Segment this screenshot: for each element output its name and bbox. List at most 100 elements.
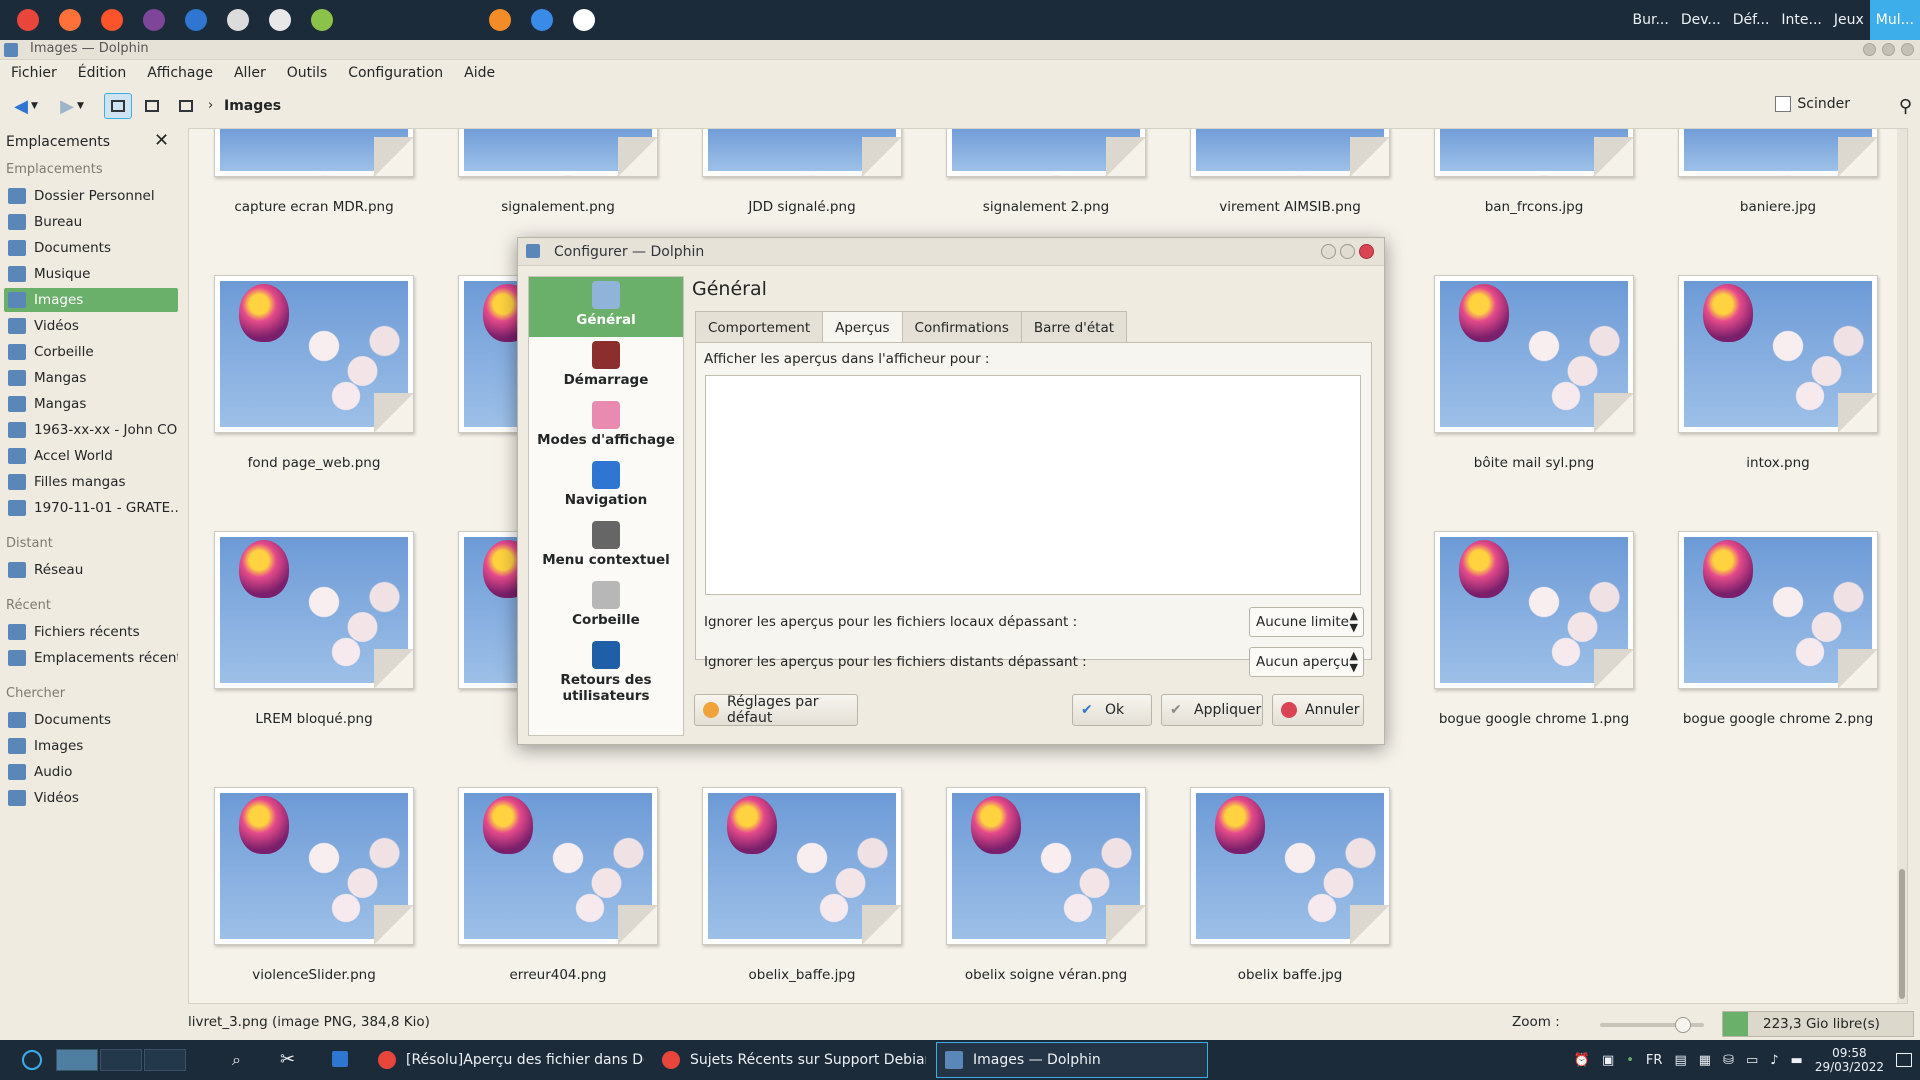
close-button[interactable]	[1901, 43, 1914, 56]
taskbar-task[interactable]: Sujets Récents sur Support Debian -...	[654, 1042, 926, 1078]
sidebar-item[interactable]: Fichiers récents	[4, 620, 178, 644]
file-item[interactable]: bogue google chrome 1.png	[1419, 531, 1649, 727]
dialog-titlebar[interactable]: Configurer — Dolphin	[518, 238, 1384, 266]
file-item[interactable]: bôite mail syl.png	[1419, 275, 1649, 471]
spin-arrows-icon[interactable]: ▲ ▼	[1350, 610, 1358, 634]
spin-arrows-icon[interactable]: ▲ ▼	[1350, 650, 1358, 674]
tab-3[interactable]: Barre d'état	[1020, 311, 1128, 343]
defaults-button[interactable]: Réglages par défaut	[694, 694, 858, 726]
close-icon[interactable]: ✕	[154, 130, 169, 151]
taskbar-task[interactable]: [Résolu]Aperçu des fichier dans Dol...	[370, 1042, 644, 1078]
tab-0[interactable]: Comportement	[695, 311, 824, 343]
category-rocket[interactable]: Démarrage	[529, 337, 683, 397]
storage-icon[interactable]: ▬	[1791, 1053, 1803, 1068]
sidebar-item[interactable]: Vidéos	[4, 786, 178, 810]
taskbar-task[interactable]: Images — Dolphin	[936, 1042, 1208, 1078]
sidebar-item[interactable]: Mangas	[4, 366, 178, 390]
virtual-desktop-0[interactable]: Bur...	[1627, 0, 1675, 40]
launcher-firefox[interactable]	[56, 6, 84, 34]
virtual-desktop-4[interactable]: Jeux	[1828, 0, 1870, 40]
window-titlebar[interactable]: Images — Dolphin	[0, 40, 1920, 60]
details-view-button[interactable]	[172, 93, 200, 119]
file-item[interactable]: intox.png	[1663, 275, 1893, 471]
file-item[interactable]: JDD signalé.png	[687, 129, 917, 215]
sidebar-item[interactable]: Documents	[4, 236, 178, 260]
local-limit-spinbox[interactable]: Aucune limite ▲ ▼	[1249, 607, 1364, 637]
search-icon[interactable]: ⌕	[232, 1050, 241, 1070]
menu-6[interactable]: Aide	[453, 65, 505, 81]
sidebar-item[interactable]: Filles mangas	[4, 470, 178, 494]
virtual-desktop-5[interactable]: Mul...	[1869, 0, 1920, 40]
launcher-chrome[interactable]	[14, 6, 42, 34]
store-icon[interactable]	[332, 1051, 348, 1067]
sidebar-item[interactable]: 1970-11-01 - GRATE......	[4, 496, 178, 520]
ok-button[interactable]: ✔ Ok	[1072, 694, 1152, 726]
menu-4[interactable]: Outils	[276, 65, 337, 81]
keyboard-layout[interactable]: FR	[1646, 1053, 1663, 1068]
pager-desktop-3[interactable]	[144, 1049, 186, 1071]
compact-view-button[interactable]	[138, 93, 166, 119]
pager-desktop-1[interactable]	[56, 1049, 98, 1071]
sidebar-item[interactable]: Images	[4, 288, 178, 312]
menu-3[interactable]: Aller	[223, 65, 276, 81]
terminal-icon[interactable]: ▤	[1674, 1053, 1686, 1068]
forward-button[interactable]: ▶ ▼	[54, 93, 90, 119]
file-item[interactable]: fond page_web.png	[199, 275, 429, 471]
search-binoculars-icon[interactable]: ⚲	[1899, 96, 1912, 117]
back-button[interactable]: ◀ ▼	[8, 93, 44, 119]
file-item[interactable]: LREM bloqué.png	[199, 531, 429, 727]
vertical-scrollbar[interactable]	[1897, 129, 1907, 1003]
clipboard-icon[interactable]: ▦	[1699, 1053, 1711, 1068]
file-item[interactable]: obelix_baffe.jpg	[687, 787, 917, 983]
sidebar-item[interactable]: Vidéos	[4, 314, 178, 338]
menu-0[interactable]: Fichier	[0, 65, 67, 81]
file-item[interactable]: bogue google chrome 2.png	[1663, 531, 1893, 727]
file-item[interactable]: baniere.jpg	[1663, 129, 1893, 215]
maximize-button[interactable]	[1882, 43, 1895, 56]
file-item[interactable]: signalement.png	[443, 129, 673, 215]
file-item[interactable]: obelix baffe.jpg	[1175, 787, 1405, 983]
sidebar-item[interactable]: Réseau	[4, 558, 178, 582]
launcher-document[interactable]	[528, 6, 556, 34]
sidebar-item[interactable]: Images	[4, 734, 178, 758]
category-general[interactable]: Général	[529, 277, 683, 337]
image-viewer-icon[interactable]: ▣	[1602, 1053, 1614, 1068]
launcher-brave[interactable]	[98, 6, 126, 34]
sidebar-item[interactable]: Accel World	[4, 444, 178, 468]
volume-icon[interactable]: ♪	[1770, 1053, 1778, 1068]
launcher-thunderbird[interactable]	[182, 6, 210, 34]
sidebar-item[interactable]: Corbeille	[4, 340, 178, 364]
category-view-modes[interactable]: Modes d'affichage	[529, 397, 683, 457]
scrollbar-handle[interactable]	[1899, 869, 1905, 999]
show-desktop-icon[interactable]	[1896, 1053, 1912, 1067]
file-item[interactable]: virement AIMSIB.png	[1175, 129, 1405, 215]
pager-desktop-2[interactable]	[100, 1049, 142, 1071]
split-button[interactable]: Scinder	[1775, 96, 1850, 112]
apply-button[interactable]: ✔ Appliquer	[1161, 694, 1263, 726]
sidebar-item[interactable]: Musique	[4, 262, 178, 286]
clock[interactable]: 09:58 29/03/2022	[1815, 1046, 1884, 1074]
launcher-android[interactable]	[308, 6, 336, 34]
file-item[interactable]: capture ecran MDR.png	[199, 129, 429, 215]
app-launcher-icon[interactable]	[22, 1050, 42, 1070]
file-item[interactable]: signalement 2.png	[931, 129, 1161, 215]
sidebar-item[interactable]: Audio	[4, 760, 178, 784]
tab-1[interactable]: Aperçus	[822, 311, 903, 343]
category-trash[interactable]: Corbeille	[529, 577, 683, 637]
zoom-slider-handle[interactable]	[1675, 1017, 1692, 1033]
sidebar-item[interactable]: 1963-xx-xx - John CO...	[4, 418, 178, 442]
sidebar-item[interactable]: Bureau	[4, 210, 178, 234]
dialog-maximize-button[interactable]	[1340, 244, 1355, 259]
disk-space-indicator[interactable]: 223,3 Gio libre(s)	[1722, 1011, 1914, 1037]
file-item[interactable]: obelix soigne véran.png	[931, 787, 1161, 983]
launcher-system-monitor[interactable]	[266, 6, 294, 34]
usb-device-icon[interactable]: ⛁	[1723, 1053, 1734, 1068]
file-item[interactable]: ban_frcons.jpg	[1419, 129, 1649, 215]
virtual-desktop-3[interactable]: Inte...	[1775, 0, 1827, 40]
launcher-rss[interactable]	[486, 6, 514, 34]
category-navigation[interactable]: Navigation	[529, 457, 683, 517]
minimize-button[interactable]	[1863, 43, 1876, 56]
cancel-button[interactable]: Annuler	[1272, 694, 1364, 726]
sidebar-item[interactable]: Mangas	[4, 392, 178, 416]
network-status-icon[interactable]: •	[1626, 1053, 1634, 1068]
